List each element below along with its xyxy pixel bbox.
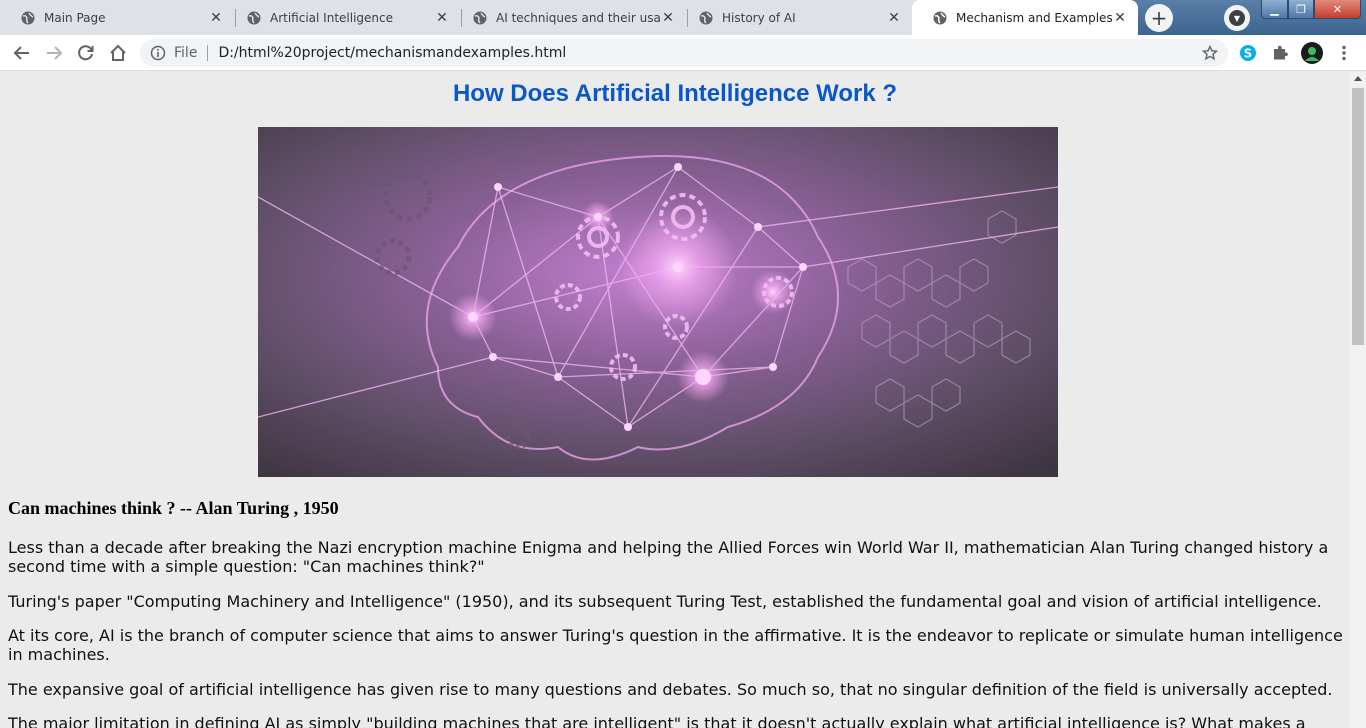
- tab-close-icon[interactable]: ✕: [1112, 10, 1128, 26]
- star-icon[interactable]: [1202, 45, 1218, 61]
- tab-main-page[interactable]: Main Page ✕: [0, 0, 234, 35]
- puzzle-icon: [1274, 45, 1288, 60]
- home-button[interactable]: [106, 41, 130, 65]
- close-window-button[interactable]: ✕: [1314, 0, 1361, 19]
- tab-history-of-ai[interactable]: History of AI ✕: [678, 0, 912, 35]
- home-icon: [110, 44, 126, 61]
- arrow-left-icon: [13, 46, 29, 60]
- address-separator: [207, 45, 209, 61]
- tab-ai-techniques[interactable]: AI techniques and their usage ✕: [452, 0, 686, 35]
- tab-close-icon[interactable]: ✕: [886, 10, 902, 26]
- tab-title: Artificial Intelligence: [270, 10, 393, 25]
- reload-button[interactable]: [74, 41, 98, 65]
- tab-title: AI techniques and their usage: [496, 10, 660, 25]
- browser-toolbar: File D:/html%20project/mechanismandexamp…: [0, 35, 1366, 71]
- browser-menu-button[interactable]: [1332, 41, 1356, 65]
- extensions-button[interactable]: [1268, 41, 1292, 65]
- vertical-scrollbar[interactable]: [1350, 72, 1366, 728]
- arrow-right-icon: [47, 46, 63, 60]
- paragraph-1: Less than a decade after breaking the Na…: [8, 538, 1329, 576]
- paragraph-4: The expansive goal of artificial intelli…: [8, 680, 1333, 699]
- tab-search-button[interactable]: ▼: [1224, 5, 1250, 31]
- svg-text:S: S: [1244, 47, 1253, 61]
- forward-button[interactable]: [42, 41, 66, 65]
- globe-icon: [933, 11, 947, 24]
- scroll-up-arrow-icon[interactable]: [1354, 76, 1362, 81]
- back-button[interactable]: [10, 41, 34, 65]
- avatar: [1301, 42, 1323, 64]
- paragraph-5: The major limitation in defining AI as s…: [8, 714, 1306, 728]
- minimize-button[interactable]: ▁: [1261, 0, 1288, 19]
- info-icon[interactable]: [150, 45, 166, 61]
- address-bar[interactable]: File D:/html%20project/mechanismandexamp…: [140, 39, 1228, 67]
- tab-close-icon[interactable]: ✕: [208, 10, 224, 26]
- tab-close-icon[interactable]: ✕: [434, 10, 450, 26]
- reload-icon: [78, 45, 94, 61]
- ai-brain-network-image: [258, 127, 1058, 477]
- turing-quote-heading: Can machines think ? -- Alan Turing , 19…: [8, 498, 339, 518]
- new-tab-button[interactable]: +: [1145, 4, 1173, 32]
- tab-title: Mechanism and Examples: [956, 10, 1112, 25]
- tab-close-icon[interactable]: ✕: [660, 10, 676, 26]
- url-text[interactable]: D:/html%20project/mechanismandexamples.h…: [218, 45, 566, 61]
- scrollbar-thumb[interactable]: [1352, 88, 1364, 345]
- paragraph-3: At its core, AI is the branch of compute…: [8, 626, 1343, 664]
- profile-button[interactable]: [1300, 41, 1324, 65]
- tab-title: Main Page: [44, 10, 106, 25]
- paragraph-2: Turing's paper "Computing Machinery and …: [8, 592, 1322, 611]
- scheme-label: File: [174, 45, 198, 61]
- skype-extension-button[interactable]: S: [1236, 41, 1260, 65]
- tab-mechanism-and-examples[interactable]: Mechanism and Examples ✕: [912, 0, 1138, 35]
- tab-artificial-intelligence[interactable]: Artificial Intelligence ✕: [226, 0, 460, 35]
- globe-icon: [247, 11, 261, 24]
- tab-strip: Main Page ✕ Artificial Intelligence ✕ AI…: [0, 0, 1366, 35]
- globe-icon: [699, 11, 713, 24]
- page-title: How Does Artificial Intelligence Work ?: [452, 80, 898, 107]
- globe-icon: [473, 11, 487, 24]
- tab-title: History of AI: [722, 10, 796, 25]
- skype-icon: S: [1240, 45, 1256, 61]
- chevron-down-icon: ▼: [1229, 10, 1245, 26]
- page-content: How Does Artificial Intelligence Work ?: [0, 72, 1350, 728]
- maximize-button[interactable]: ❐: [1288, 0, 1314, 19]
- kebab-menu-icon: [1342, 45, 1346, 61]
- globe-icon: [21, 11, 35, 24]
